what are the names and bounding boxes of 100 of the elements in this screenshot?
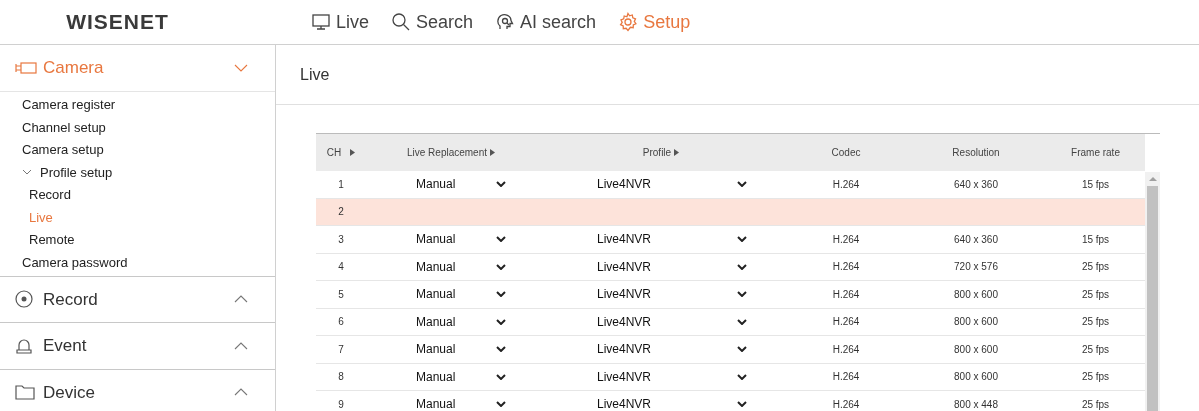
- dropdown[interactable]: Manual: [416, 312, 506, 331]
- column-header[interactable]: Live Replacement: [406, 145, 487, 160]
- nav-tab[interactable]: Search: [391, 8, 474, 36]
- table-cell-text: 25 fps: [1081, 287, 1110, 302]
- table-cell-text: H.264: [832, 260, 860, 275]
- chevron-icon: [234, 388, 248, 397]
- column-header: Resolution: [952, 146, 1000, 160]
- table-cell-text: 6: [338, 315, 344, 330]
- monitor-icon: [311, 12, 331, 32]
- scrollbar[interactable]: [1145, 172, 1160, 411]
- dropdown[interactable]: Manual: [416, 340, 506, 359]
- table-cell-text: 3: [338, 232, 344, 247]
- dropdown[interactable]: Live4NVR: [597, 312, 747, 331]
- table-cell-text: 1: [338, 177, 344, 192]
- dropdown[interactable]: Live4NVR: [597, 175, 747, 194]
- table-cell-text: H.264: [832, 397, 860, 411]
- sidebar-item[interactable]: Camera register: [22, 95, 116, 115]
- table-cell-text: 720 x 576: [954, 260, 998, 275]
- dropdown[interactable]: Live4NVR: [597, 395, 747, 411]
- caret-icon: [496, 291, 506, 298]
- dropdown[interactable]: Live4NVR: [597, 230, 747, 249]
- table-cell-text: 9: [338, 397, 344, 411]
- table-cell-text: H.264: [832, 370, 860, 385]
- dropdown[interactable]: Live4NVR: [597, 367, 747, 386]
- caret-icon: [737, 346, 747, 353]
- folder-icon: [15, 384, 35, 401]
- table-cell-text: H.264: [832, 232, 860, 247]
- table-cell-text: H.264: [832, 177, 860, 192]
- sidebar-item[interactable]: Camera password: [22, 252, 128, 272]
- dropdown[interactable]: Manual: [416, 230, 506, 249]
- table-cell-text: 800 x 600: [954, 315, 998, 330]
- caret-icon: [496, 236, 506, 243]
- table-cell-text: 25 fps: [1081, 315, 1110, 330]
- chevron-icon: [234, 295, 248, 304]
- table-cell-text: 15 fps: [1081, 232, 1110, 247]
- sort-icon[interactable]: [674, 149, 680, 156]
- sidebar-item[interactable]: Remote: [29, 230, 75, 250]
- table-cell-text: 2: [338, 205, 344, 220]
- caret-icon: [737, 181, 747, 188]
- column-header[interactable]: Profile: [642, 145, 672, 160]
- settings-icon: [618, 12, 639, 32]
- table-cell-text: 5: [338, 287, 344, 302]
- table-row[interactable]: 2: [316, 198, 1145, 226]
- dropdown[interactable]: Live4NVR: [597, 285, 747, 304]
- dropdown[interactable]: Live4NVR: [597, 340, 747, 359]
- table-cell-text: 4: [338, 260, 344, 275]
- table-cell-text: 25 fps: [1081, 397, 1110, 411]
- table-cell-text: H.264: [832, 342, 860, 357]
- dropdown[interactable]: Manual: [416, 367, 506, 386]
- column-header: Frame rate: [1071, 146, 1120, 160]
- page-title: Live: [300, 64, 330, 85]
- table-cell-text: 8: [338, 370, 344, 385]
- caret-icon: [496, 346, 506, 353]
- table-cell-text: 25 fps: [1081, 342, 1110, 357]
- caret-icon: [496, 401, 506, 408]
- table-cell-text: 800 x 600: [954, 342, 998, 357]
- dropdown[interactable]: Manual: [416, 285, 506, 304]
- table-cell-text: 15 fps: [1081, 177, 1110, 192]
- chevron-icon: [234, 63, 248, 72]
- caret-icon: [496, 373, 506, 380]
- sort-icon[interactable]: [350, 149, 356, 156]
- caret-icon: [737, 236, 747, 243]
- sidebar-section[interactable]: Device: [0, 369, 275, 411]
- caret-icon: [737, 318, 747, 325]
- sidebar-item[interactable]: Camera setup: [22, 140, 104, 160]
- column-header: Codec: [831, 146, 861, 160]
- table-cell-text: 800 x 600: [954, 287, 998, 302]
- table-cell-text: 7: [338, 342, 344, 357]
- sidebar-item[interactable]: Profile setup: [40, 162, 113, 182]
- sort-icon[interactable]: [490, 149, 495, 156]
- table-cell-text: 640 x 360: [954, 177, 998, 192]
- dropdown[interactable]: Manual: [416, 175, 506, 194]
- caret-icon: [496, 318, 506, 325]
- chevron-icon: [234, 341, 248, 350]
- logo: WISENET: [66, 9, 169, 36]
- table-cell-text: 800 x 600: [954, 370, 998, 385]
- table-cell-text: 640 x 360: [954, 232, 998, 247]
- dropdown[interactable]: Manual: [416, 395, 506, 411]
- caret-icon: [737, 291, 747, 298]
- caret-icon: [737, 373, 747, 380]
- record-icon: [15, 290, 33, 309]
- sidebar-section[interactable]: Event: [0, 323, 275, 370]
- table-cell-text: H.264: [832, 315, 860, 330]
- table-cell-text: H.264: [832, 287, 860, 302]
- caret-icon: [737, 263, 747, 270]
- table-cell-text: 25 fps: [1081, 370, 1110, 385]
- caret-icon: [737, 401, 747, 408]
- nav-tab[interactable]: Live: [311, 8, 370, 36]
- column-header[interactable]: CH: [326, 145, 342, 160]
- sidebar-section[interactable]: Record: [0, 276, 275, 323]
- caret-icon: [496, 181, 506, 188]
- head-search-icon: [495, 12, 516, 32]
- caret-icon: [496, 263, 506, 270]
- nav-tab[interactable]: AI search: [495, 8, 597, 36]
- camera-icon: [15, 60, 37, 75]
- dropdown[interactable]: Manual: [416, 257, 506, 276]
- sidebar-item[interactable]: Channel setup: [22, 117, 106, 137]
- table-cell-text: 25 fps: [1081, 260, 1110, 275]
- dropdown[interactable]: Live4NVR: [597, 257, 747, 276]
- sidebar-item[interactable]: Record: [29, 185, 71, 205]
